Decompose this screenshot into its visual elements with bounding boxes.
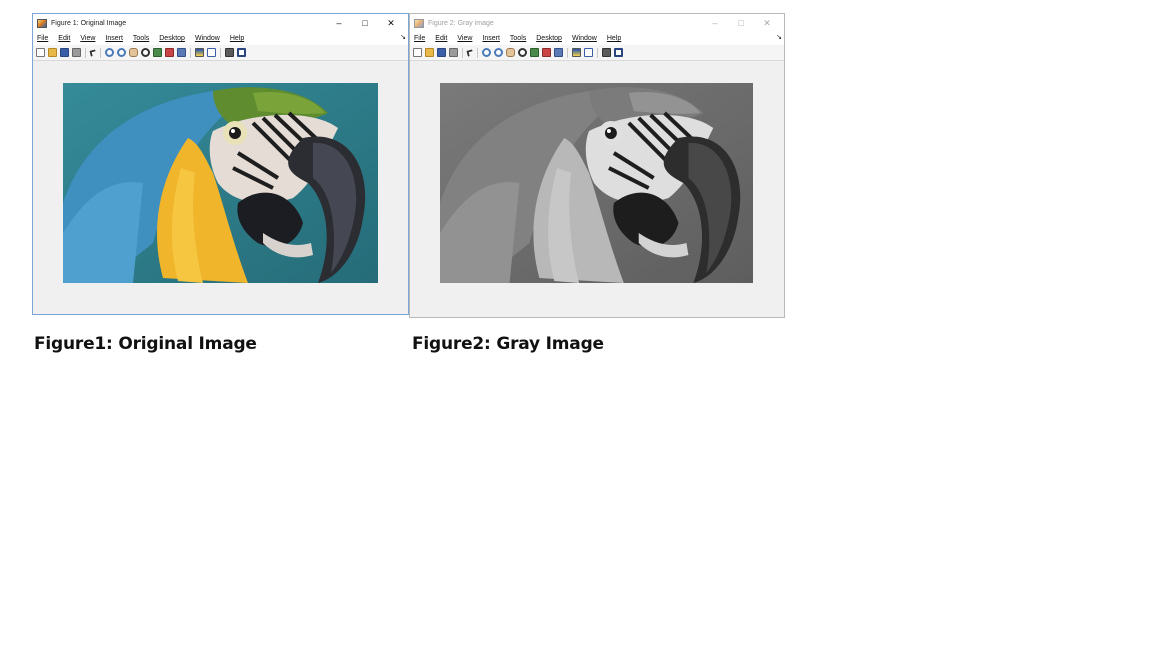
parrot-image-color xyxy=(63,83,378,283)
image-axes-gray[interactable] xyxy=(440,83,753,283)
insert-colorbar-icon[interactable] xyxy=(572,48,581,57)
link-plot-icon[interactable] xyxy=(554,48,563,57)
hide-plot-tools-icon[interactable] xyxy=(225,48,234,57)
maximize-button[interactable]: □ xyxy=(352,14,378,32)
window-title: Figure 1: Original Image xyxy=(51,19,127,27)
menu-view[interactable]: View xyxy=(80,35,95,42)
menu-tools[interactable]: Tools xyxy=(133,35,149,42)
pan-icon[interactable] xyxy=(129,48,138,57)
close-button[interactable]: ✕ xyxy=(754,14,780,32)
menu-tools[interactable]: Tools xyxy=(510,35,526,42)
toolbar-separator xyxy=(220,47,221,58)
print-icon[interactable] xyxy=(449,48,458,57)
figure-toolbar xyxy=(33,45,408,61)
open-icon[interactable] xyxy=(425,48,434,57)
menu-insert[interactable]: Insert xyxy=(105,35,123,42)
menu-file[interactable]: File xyxy=(37,35,48,42)
show-plot-tools-icon[interactable] xyxy=(237,48,246,57)
image-axes-original[interactable] xyxy=(63,83,378,283)
close-button[interactable]: ✕ xyxy=(378,14,404,32)
new-figure-icon[interactable] xyxy=(36,48,45,57)
menu-help[interactable]: Help xyxy=(607,35,621,42)
menu-bar: File Edit View Insert Tools Desktop Wind… xyxy=(33,32,408,45)
window-title: Figure 2: Gray image xyxy=(428,19,494,27)
brush-icon[interactable] xyxy=(165,48,174,57)
link-plot-icon[interactable] xyxy=(177,48,186,57)
figure-canvas xyxy=(33,61,408,314)
rotate-3d-icon[interactable] xyxy=(518,48,527,57)
menu-overflow-icon[interactable]: ↘ xyxy=(400,33,406,41)
save-icon[interactable] xyxy=(60,48,69,57)
menu-edit[interactable]: Edit xyxy=(435,35,447,42)
title-bar[interactable]: Figure 2: Gray image – □ ✕ xyxy=(410,14,784,32)
figure2-caption: Figure2: Gray Image xyxy=(412,334,604,354)
select-arrow-icon[interactable] xyxy=(89,48,97,57)
insert-legend-icon[interactable] xyxy=(584,48,593,57)
minimize-button[interactable]: – xyxy=(702,14,728,32)
figure-toolbar xyxy=(410,45,784,61)
figure-canvas xyxy=(410,61,784,317)
save-icon[interactable] xyxy=(437,48,446,57)
toolbar-separator xyxy=(477,47,478,58)
data-cursor-icon[interactable] xyxy=(530,48,539,57)
toolbar-separator xyxy=(85,47,86,58)
zoom-out-icon[interactable] xyxy=(494,48,503,57)
data-cursor-icon[interactable] xyxy=(153,48,162,57)
matlab-figure-icon xyxy=(37,18,47,28)
open-icon[interactable] xyxy=(48,48,57,57)
pan-icon[interactable] xyxy=(506,48,515,57)
parrot-image-gray xyxy=(440,83,753,283)
figure-window-gray[interactable]: Figure 2: Gray image – □ ✕ File Edit Vie… xyxy=(409,13,785,318)
toolbar-separator xyxy=(190,47,191,58)
toolbar-separator xyxy=(597,47,598,58)
insert-colorbar-icon[interactable] xyxy=(195,48,204,57)
menu-edit[interactable]: Edit xyxy=(58,35,70,42)
menu-overflow-icon[interactable]: ↘ xyxy=(776,33,782,41)
menu-view[interactable]: View xyxy=(457,35,472,42)
zoom-out-icon[interactable] xyxy=(117,48,126,57)
menu-desktop[interactable]: Desktop xyxy=(159,35,185,42)
menu-bar: File Edit View Insert Tools Desktop Wind… xyxy=(410,32,784,45)
figure1-caption: Figure1: Original Image xyxy=(34,334,257,354)
maximize-button[interactable]: □ xyxy=(728,14,754,32)
figure-window-original[interactable]: Figure 1: Original Image – □ ✕ File Edit… xyxy=(32,13,409,315)
menu-insert[interactable]: Insert xyxy=(482,35,500,42)
insert-legend-icon[interactable] xyxy=(207,48,216,57)
toolbar-separator xyxy=(462,47,463,58)
brush-icon[interactable] xyxy=(542,48,551,57)
menu-file[interactable]: File xyxy=(414,35,425,42)
menu-help[interactable]: Help xyxy=(230,35,244,42)
toolbar-separator xyxy=(567,47,568,58)
hide-plot-tools-icon[interactable] xyxy=(602,48,611,57)
select-arrow-icon[interactable] xyxy=(466,48,474,57)
rotate-3d-icon[interactable] xyxy=(141,48,150,57)
minimize-button[interactable]: – xyxy=(326,14,352,32)
menu-window[interactable]: Window xyxy=(572,35,597,42)
toolbar-separator xyxy=(100,47,101,58)
new-figure-icon[interactable] xyxy=(413,48,422,57)
zoom-in-icon[interactable] xyxy=(105,48,114,57)
title-bar[interactable]: Figure 1: Original Image – □ ✕ xyxy=(33,14,408,32)
zoom-in-icon[interactable] xyxy=(482,48,491,57)
matlab-figure-icon xyxy=(414,18,424,28)
menu-desktop[interactable]: Desktop xyxy=(536,35,562,42)
print-icon[interactable] xyxy=(72,48,81,57)
show-plot-tools-icon[interactable] xyxy=(614,48,623,57)
menu-window[interactable]: Window xyxy=(195,35,220,42)
